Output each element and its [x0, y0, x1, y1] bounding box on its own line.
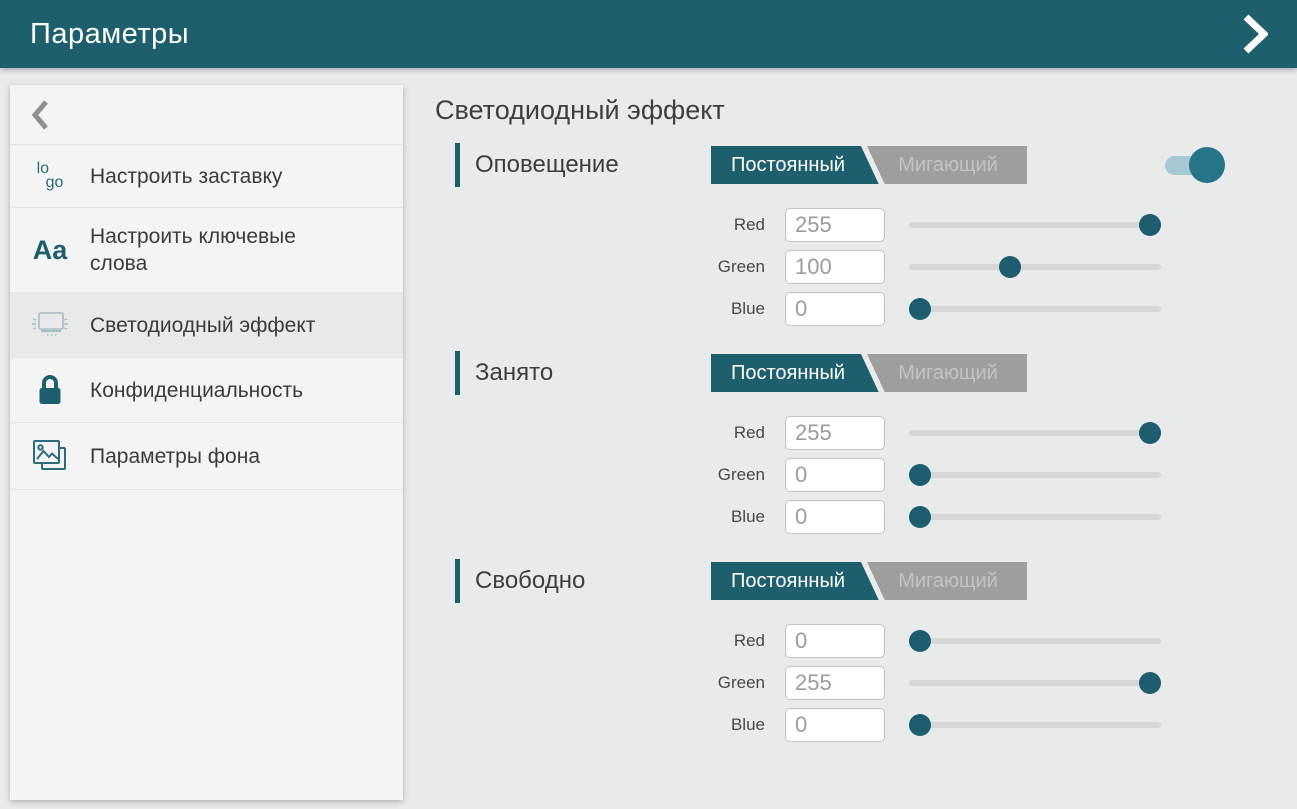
channel-slider[interactable] [909, 713, 1161, 737]
channel-row-red: Red [695, 622, 1297, 660]
channel-slider[interactable] [909, 421, 1161, 445]
sidebar-item-label: Светодиодный эффект [90, 312, 315, 339]
appbar: Параметры [0, 0, 1297, 68]
channel-value-input[interactable] [785, 292, 885, 326]
slider-thumb[interactable] [909, 506, 931, 528]
page-title: Светодиодный эффект [435, 95, 1297, 126]
mode-toggle: Мигающий Постоянный [711, 146, 1027, 184]
slider-track [909, 472, 1161, 478]
section-accent-bar [455, 143, 460, 187]
channel-slider[interactable] [909, 255, 1161, 279]
notification-switch[interactable] [1165, 147, 1225, 183]
section-notification: Оповещение Мигающий Постоянный Red [435, 142, 1297, 328]
channel-row-green: Green [695, 248, 1297, 286]
lock-icon [28, 373, 72, 407]
switch-knob [1189, 147, 1225, 183]
channel-label: Red [695, 631, 785, 651]
channel-row-blue: Blue [695, 498, 1297, 536]
mode-toggle: Мигающий Постоянный [711, 562, 1027, 600]
channel-value-input[interactable] [785, 624, 885, 658]
slider-thumb[interactable] [1139, 214, 1161, 236]
channel-row-red: Red [695, 206, 1297, 244]
slider-thumb[interactable] [1139, 422, 1161, 444]
section-name: Оповещение [475, 151, 691, 179]
sidebar-item-led-effect[interactable]: Светодиодный эффект [10, 293, 403, 358]
sidebar-item-keywords[interactable]: Aa Настроить ключевые слова [10, 208, 403, 293]
forward-button[interactable] [1235, 10, 1275, 58]
channel-label: Blue [695, 507, 785, 527]
channel-label: Red [695, 215, 785, 235]
channel-value-input[interactable] [785, 416, 885, 450]
channel-label: Green [695, 257, 785, 277]
slider-track [909, 638, 1161, 644]
main-content: Светодиодный эффект Оповещение Мигающий … [435, 95, 1297, 766]
slider-track [909, 306, 1161, 312]
slider-track [909, 514, 1161, 520]
channel-value-input[interactable] [785, 208, 885, 242]
channel-row-green: Green [695, 456, 1297, 494]
channel-row-blue: Blue [695, 290, 1297, 328]
background-icon [28, 438, 72, 474]
slider-track [909, 680, 1161, 686]
section-name: Занято [475, 359, 691, 387]
channel-label: Red [695, 423, 785, 443]
section-free: Свободно Мигающий Постоянный Red [435, 558, 1297, 744]
sidebar-item-label: Конфиденциальность [90, 377, 303, 404]
slider-track [909, 430, 1161, 436]
channel-value-input[interactable] [785, 708, 885, 742]
channel-slider[interactable] [909, 213, 1161, 237]
mode-option-blinking[interactable]: Мигающий [869, 354, 1027, 392]
slider-thumb[interactable] [999, 256, 1021, 278]
slider-thumb[interactable] [1139, 672, 1161, 694]
channel-label: Green [695, 465, 785, 485]
section-busy: Занято Мигающий Постоянный Red [435, 350, 1297, 536]
channel-value-input[interactable] [785, 500, 885, 534]
sidebar-item-splash-screen[interactable]: logo Настроить заставку [10, 145, 403, 208]
sidebar-item-background[interactable]: Параметры фона [10, 423, 403, 490]
channel-value-input[interactable] [785, 250, 885, 284]
mode-option-blinking[interactable]: Мигающий [869, 146, 1027, 184]
channel-slider[interactable] [909, 505, 1161, 529]
channel-slider[interactable] [909, 463, 1161, 487]
channel-slider[interactable] [909, 671, 1161, 695]
channel-label: Blue [695, 299, 785, 319]
mode-option-constant[interactable]: Постоянный [711, 562, 881, 600]
channel-row-blue: Blue [695, 706, 1297, 744]
mode-option-blinking[interactable]: Мигающий [869, 562, 1027, 600]
app-title: Параметры [30, 18, 189, 51]
section-accent-bar [455, 559, 460, 603]
channel-value-input[interactable] [785, 666, 885, 700]
sidebar-item-label: Параметры фона [90, 443, 260, 470]
channel-row-red: Red [695, 414, 1297, 452]
slider-track [909, 722, 1161, 728]
section-accent-bar [455, 351, 460, 395]
slider-thumb[interactable] [909, 298, 931, 320]
mode-toggle: Мигающий Постоянный [711, 354, 1027, 392]
section-name: Свободно [475, 567, 691, 595]
channel-value-input[interactable] [785, 458, 885, 492]
slider-thumb[interactable] [909, 464, 931, 486]
channel-label: Blue [695, 715, 785, 735]
channel-slider[interactable] [909, 629, 1161, 653]
sidebar-item-label: Настроить заставку [90, 163, 282, 190]
chevron-right-icon [1242, 13, 1268, 55]
sidebar: logo Настроить заставку Aa Настроить клю… [10, 85, 403, 800]
mode-option-constant[interactable]: Постоянный [711, 146, 881, 184]
logo-icon: logo [28, 162, 72, 190]
mode-option-constant[interactable]: Постоянный [711, 354, 881, 392]
chevron-left-icon [32, 100, 49, 130]
channel-row-green: Green [695, 664, 1297, 702]
channel-label: Green [695, 673, 785, 693]
slider-thumb[interactable] [909, 630, 931, 652]
slider-track [909, 264, 1161, 270]
slider-track [909, 222, 1161, 228]
led-effect-icon [28, 308, 72, 342]
sidebar-item-privacy[interactable]: Конфиденциальность [10, 358, 403, 423]
keywords-icon: Aa [28, 237, 72, 264]
sidebar-item-label: Настроить ключевые слова [90, 223, 335, 277]
channel-slider[interactable] [909, 297, 1161, 321]
slider-thumb[interactable] [909, 714, 931, 736]
back-button[interactable] [10, 85, 403, 145]
